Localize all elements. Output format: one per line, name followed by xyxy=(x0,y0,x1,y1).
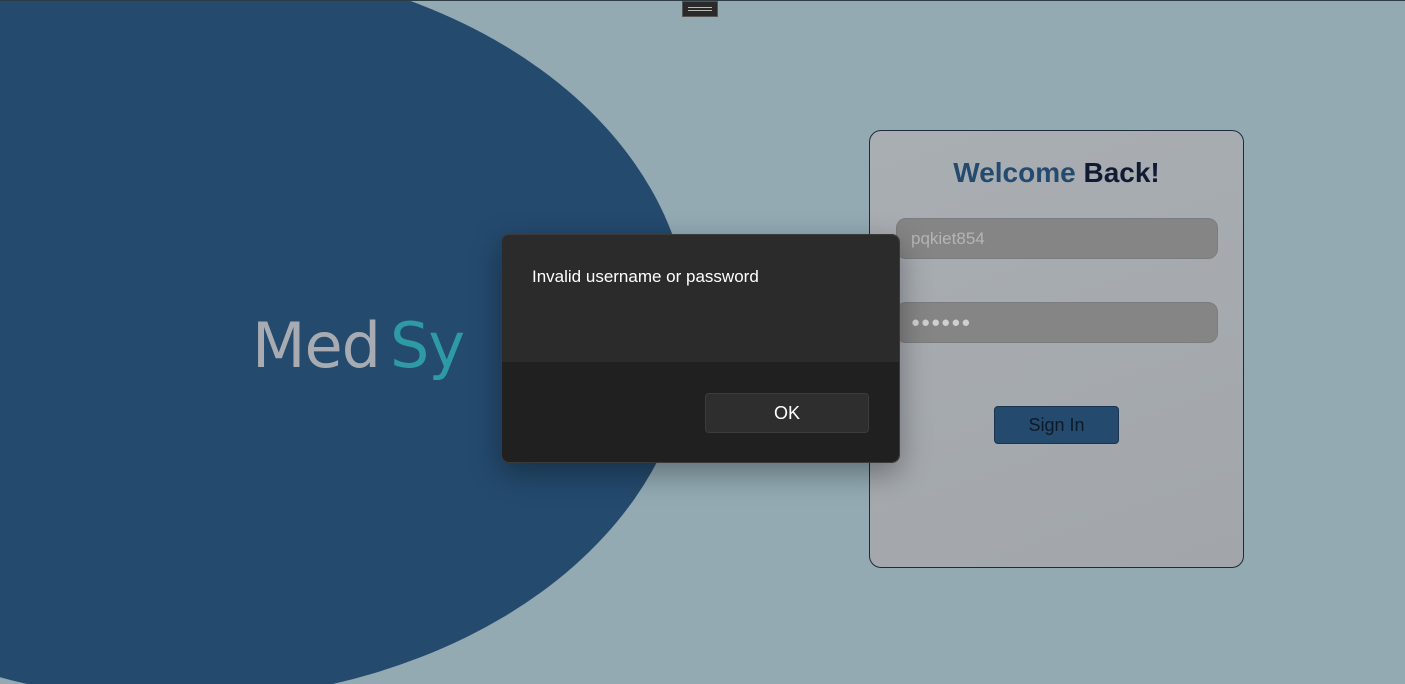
drag-handle-icon xyxy=(688,7,712,11)
dialog-footer: OK xyxy=(502,362,899,462)
logo-text-sy: Sy xyxy=(390,309,465,382)
error-dialog: Invalid username or password OK xyxy=(501,234,900,463)
login-card: Welcome Back! pqkiet854 ●●●●●● Sign In xyxy=(869,130,1244,568)
dialog-body: Invalid username or password xyxy=(502,235,899,362)
login-title: Welcome Back! xyxy=(870,157,1243,189)
password-input[interactable]: ●●●●●● xyxy=(896,302,1218,343)
title-bar-drag-handle[interactable] xyxy=(682,1,718,17)
username-value: pqkiet854 xyxy=(911,228,985,248)
app-window: Med Sy Welcome Back! pqkiet854 ●●●●●● Sig… xyxy=(0,0,1405,684)
dialog-message: Invalid username or password xyxy=(532,267,759,286)
sign-in-label: Sign In xyxy=(1028,414,1085,435)
logo-text-med: Med xyxy=(252,309,381,382)
password-value: ●●●●●● xyxy=(911,314,972,331)
username-input[interactable]: pqkiet854 xyxy=(896,218,1218,259)
ok-label: OK xyxy=(773,402,800,423)
login-title-back: Back! xyxy=(1083,157,1160,188)
app-logo: Med Sy xyxy=(252,309,465,382)
sign-in-button[interactable]: Sign In xyxy=(994,406,1119,444)
login-title-welcome: Welcome xyxy=(953,157,1076,188)
ok-button[interactable]: OK xyxy=(705,393,869,433)
